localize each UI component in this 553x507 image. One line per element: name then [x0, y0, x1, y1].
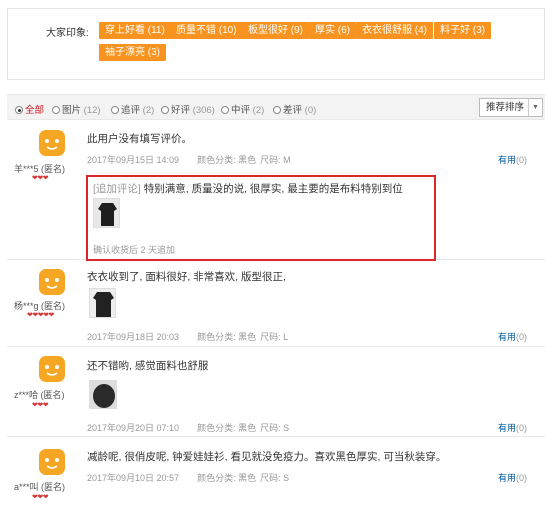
impression-tag[interactable]: 板型很好 (9) [242, 22, 309, 39]
impression-tag[interactable]: 穿上好看 (11) [99, 22, 171, 39]
reviewer-level-hearts: ❤❤❤ [32, 175, 49, 182]
useful-button[interactable]: 有用(0) [498, 153, 527, 166]
review-date: 2017年09月20日 07:10 [87, 423, 180, 433]
review-filter-bar: 全部 图片 (12) 追评 (2) 好评 (306) 中评 (2) 差评 (0)… [7, 94, 545, 120]
radio-icon [15, 106, 23, 114]
impression-tag[interactable]: 质量不错 (10) [170, 22, 243, 39]
append-review-text: [追加评论] 特别满意, 质量没的说, 很厚实, 最主要的是布料特别到位 [93, 183, 403, 195]
review-photo-thumbnail[interactable] [89, 288, 116, 318]
reviewer-name: z***哈 (匿名) [14, 390, 65, 400]
review-color: 颜色分类: 黑色 [197, 155, 257, 165]
avatar-icon [39, 269, 65, 295]
review-size: 尺码: S [260, 423, 290, 433]
review-date: 2017年09月10日 20:57 [87, 473, 180, 483]
radio-icon [161, 106, 169, 114]
reviewer-name: a***叫 (匿名) [14, 482, 66, 492]
review-size: 尺码: L [260, 332, 289, 342]
review-item: z***哈 (匿名) ❤❤❤ 还不错哟, 感觉面料也舒服 2017年09月20日… [7, 348, 545, 437]
impression-tag[interactable]: 袖子漂亮 (3) [99, 44, 166, 61]
append-review-note: 确认收货后 2 天追加 [93, 245, 176, 255]
avatar-icon [39, 449, 65, 475]
impression-tag[interactable]: 料子好 (3) [434, 22, 491, 39]
useful-button[interactable]: 有用(0) [498, 421, 527, 434]
useful-button[interactable]: 有用(0) [498, 330, 527, 343]
filter-positive-radio[interactable]: 好评 (306) [161, 102, 215, 116]
filter-append-radio[interactable]: 追评 (2) [111, 102, 154, 116]
reviewer-level-hearts: ❤❤❤❤❤ [27, 312, 54, 319]
review-photo-thumbnail[interactable] [89, 380, 117, 409]
sort-label: 推荐排序 [486, 102, 525, 113]
impression-tag[interactable]: 厚实 (6) [309, 22, 356, 39]
review-color: 颜色分类: 黑色 [197, 423, 257, 433]
review-meta: 2017年09月18日 20:03 颜色分类: 黑色 尺码: L [87, 330, 288, 343]
avatar-icon [39, 356, 65, 382]
photo-icon [94, 199, 119, 227]
review-color: 颜色分类: 黑色 [197, 332, 257, 342]
filter-all-radio[interactable]: 全部 [15, 102, 44, 116]
chevron-down-icon: ▼ [528, 99, 542, 116]
review-content: 此用户没有填写评价。 [87, 133, 192, 145]
review-meta: 2017年09月15日 14:09 颜色分类: 黑色 尺码: M [87, 153, 291, 166]
review-date: 2017年09月18日 20:03 [87, 332, 180, 342]
review-photo-thumbnail[interactable] [93, 198, 120, 228]
impressions-panel: 大家印象: 穿上好看 (11) 质量不错 (10) 板型很好 (9) 厚实 (6… [7, 8, 545, 80]
review-content: 减龄呢, 很俏皮呢, 钟爱娃娃衫, 看见就没免疫力。喜欢黑色厚实, 可当秋装穿。 [87, 451, 447, 463]
review-content: 还不错哟, 感觉面料也舒服 [87, 360, 209, 372]
impression-tag[interactable]: 衣衣很舒服 (4) [356, 22, 433, 39]
review-color: 颜色分类: 黑色 [197, 473, 257, 483]
photo-icon [90, 289, 115, 317]
radio-icon [273, 106, 281, 114]
sort-dropdown[interactable]: 推荐排序 ▼ [479, 98, 543, 117]
review-meta: 2017年09月20日 07:10 颜色分类: 黑色 尺码: S [87, 421, 289, 434]
review-size: 尺码: S [260, 473, 290, 483]
review-date: 2017年09月15日 14:09 [87, 155, 180, 165]
reviewer-name: 羊***5 (匿名) [14, 164, 66, 174]
review-meta: 2017年09月10日 20:57 颜色分类: 黑色 尺码: S [87, 471, 289, 484]
reviewer-level-hearts: ❤❤❤ [32, 402, 49, 409]
filter-neutral-radio[interactable]: 中评 (2) [221, 102, 264, 116]
filter-negative-radio[interactable]: 差评 (0) [273, 102, 316, 116]
useful-button[interactable]: 有用(0) [498, 471, 527, 484]
filter-pictures-radio[interactable]: 图片 (12) [52, 102, 101, 116]
impressions-title: 大家印象: [46, 28, 89, 39]
review-item: a***叫 (匿名) ❤❤❤ 减龄呢, 很俏皮呢, 钟爱娃娃衫, 看见就没免疫力… [7, 438, 545, 507]
radio-icon [111, 106, 119, 114]
avatar-icon [39, 130, 65, 156]
radio-icon [221, 106, 229, 114]
review-item: 羊***5 (匿名) ❤❤❤ 此用户没有填写评价。 2017年09月15日 14… [7, 121, 545, 261]
radio-icon [52, 106, 60, 114]
review-content: 衣衣收到了, 面料很好, 非常喜欢, 版型很正, [87, 271, 286, 283]
reviewer-name: 杨***g (匿名) [14, 301, 66, 311]
append-review-box: [追加评论] 特别满意, 质量没的说, 很厚实, 最主要的是布料特别到位 确认收… [86, 175, 436, 261]
photo-icon [90, 381, 116, 408]
review-size: 尺码: M [260, 155, 291, 165]
review-item: 杨***g (匿名) ❤❤❤❤❤ 衣衣收到了, 面料很好, 非常喜欢, 版型很正… [7, 261, 545, 347]
reviewer-level-hearts: ❤❤❤ [32, 494, 49, 501]
